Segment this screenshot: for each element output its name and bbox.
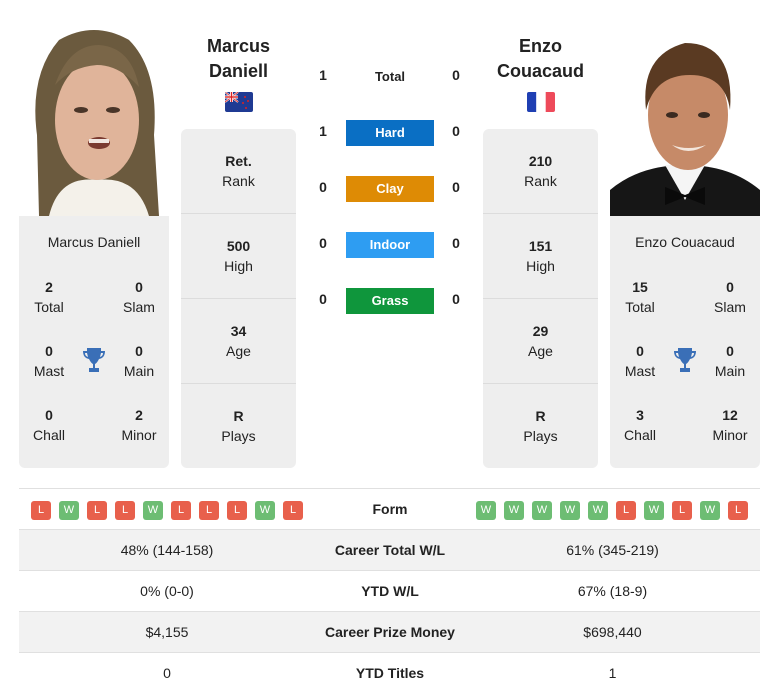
career-wl-label: Career Total W/L: [334, 542, 446, 558]
ytd-wl-row: 0% (0-0) YTD W/L 67% (18-9): [19, 570, 760, 611]
new-zealand-flag-icon: [225, 92, 253, 112]
player1-photo: [19, 15, 169, 216]
form-loss-badge[interactable]: L: [115, 501, 135, 520]
h2h-total-label: Total: [374, 69, 406, 84]
form-win-badge[interactable]: W: [504, 501, 524, 520]
career-wl-row: 48% (144-158) Career Total W/L 61% (345-…: [19, 529, 760, 570]
player1-slam-titles: 0 Slam: [123, 279, 155, 315]
form-loss-badge[interactable]: L: [199, 501, 219, 520]
player1-form: LWLLWLLLWL: [31, 501, 303, 520]
form-loss-badge[interactable]: L: [728, 501, 748, 520]
player1-ytd-titles: 0: [163, 665, 171, 681]
h2h-total-p1: 1: [319, 67, 327, 83]
ytd-titles-label: YTD Titles: [355, 665, 425, 681]
form-win-badge[interactable]: W: [588, 501, 608, 520]
player2-full-name: Enzo Couacaud: [635, 234, 735, 250]
player2-photo: [610, 15, 760, 216]
player2-rank: 210 Rank: [524, 153, 557, 189]
form-win-badge[interactable]: W: [59, 501, 79, 520]
surface-hard-badge: Hard: [346, 120, 434, 146]
prize-money-label: Career Prize Money: [325, 624, 455, 640]
player1-age: 34 Age: [181, 298, 296, 383]
h2h-hard-p2: 0: [452, 123, 460, 139]
player2-career-wl: 61% (345-219): [566, 542, 659, 558]
player1-minor-titles: 2 Minor: [121, 407, 157, 443]
player2-stats-card: 210 Rank 151 High 29 Age R Plays: [483, 129, 598, 468]
player1-prize-money: $4,155: [145, 624, 189, 640]
player2-age: 29 Age: [483, 298, 598, 383]
form-loss-badge[interactable]: L: [227, 501, 247, 520]
surface-indoor-badge: Indoor: [346, 232, 434, 258]
player2-total-titles: 15 Total: [625, 279, 655, 315]
h2h-grass-p2: 0: [452, 291, 460, 307]
player1-plays: R Plays: [181, 383, 296, 468]
player1-main-titles: 0 Main: [123, 343, 155, 379]
player2-ytd-titles: 1: [608, 665, 617, 681]
form-win-badge[interactable]: W: [255, 501, 275, 520]
player1-titles-card: Marcus Daniell 2 Total 0 Slam 0 Mast 0 Main …: [19, 216, 169, 468]
player2-prize-money: $698,440: [583, 624, 642, 640]
player1-chall-titles: 0 Chall: [33, 407, 65, 443]
player1-stats-card: Ret. Rank 500 High 34 Age R Plays: [181, 129, 296, 468]
player2-titles-card: Enzo Couacaud 15 Total 0 Slam 0 Mast 0 Main …: [610, 216, 760, 468]
form-win-badge[interactable]: W: [560, 501, 580, 520]
player2-high: 151 High: [483, 213, 598, 298]
player2-heading[interactable]: Enzo Couacaud: [483, 34, 598, 84]
h2h-clay-p2: 0: [452, 179, 460, 195]
surface-clay-badge: Clay: [346, 176, 434, 202]
surface-grass-badge: Grass: [346, 288, 434, 314]
h2h-clay-p1: 0: [319, 179, 327, 195]
form-loss-badge[interactable]: L: [283, 501, 303, 520]
player1-full-name: Marcus Daniell: [47, 234, 141, 250]
form-win-badge[interactable]: W: [143, 501, 163, 520]
form-loss-badge[interactable]: L: [171, 501, 191, 520]
player1-mast-titles: 0 Mast: [33, 343, 65, 379]
h2h-grass-p1: 0: [319, 291, 327, 307]
player2-chall-titles: 3 Chall: [624, 407, 656, 443]
player2-form: WWWWWLWLWL: [476, 501, 748, 520]
player1-high: 500 High: [181, 213, 296, 298]
form-win-badge[interactable]: W: [644, 501, 664, 520]
trophy-icon: [674, 348, 696, 372]
player1-rank: Ret. Rank: [222, 153, 255, 189]
ytd-titles-row: 0 YTD Titles 1: [19, 652, 760, 693]
form-loss-badge[interactable]: L: [87, 501, 107, 520]
form-loss-badge[interactable]: L: [31, 501, 51, 520]
ytd-wl-label: YTD W/L: [361, 583, 419, 599]
player2-slam-titles: 0 Slam: [714, 279, 746, 315]
player2-minor-titles: 12 Minor: [712, 407, 748, 443]
player2-plays: R Plays: [483, 383, 598, 468]
h2h-indoor-p1: 0: [319, 235, 327, 251]
h2h-indoor-p2: 0: [452, 235, 460, 251]
form-win-badge[interactable]: W: [700, 501, 720, 520]
form-label: Form: [372, 501, 408, 517]
form-row: LWLLWLLLWL Form WWWWWLWLWL: [19, 488, 760, 529]
player2-mast-titles: 0 Mast: [624, 343, 656, 379]
h2h-hard-p1: 1: [319, 123, 327, 139]
france-flag-icon: [527, 92, 555, 112]
form-win-badge[interactable]: W: [532, 501, 552, 520]
trophy-icon: [83, 348, 105, 372]
player1-career-wl: 48% (144-158): [120, 542, 214, 558]
prize-money-row: $4,155 Career Prize Money $698,440: [19, 611, 760, 652]
player2-main-titles: 0 Main: [714, 343, 746, 379]
player1-heading[interactable]: Marcus Daniell: [181, 34, 296, 84]
form-win-badge[interactable]: W: [476, 501, 496, 520]
player2-ytd-wl: 67% (18-9): [577, 583, 648, 599]
form-loss-badge[interactable]: L: [616, 501, 636, 520]
player1-ytd-wl: 0% (0-0): [140, 583, 194, 599]
player1-total-titles: 2 Total: [34, 279, 64, 315]
h2h-total-p2: 0: [452, 67, 460, 83]
form-loss-badge[interactable]: L: [672, 501, 692, 520]
